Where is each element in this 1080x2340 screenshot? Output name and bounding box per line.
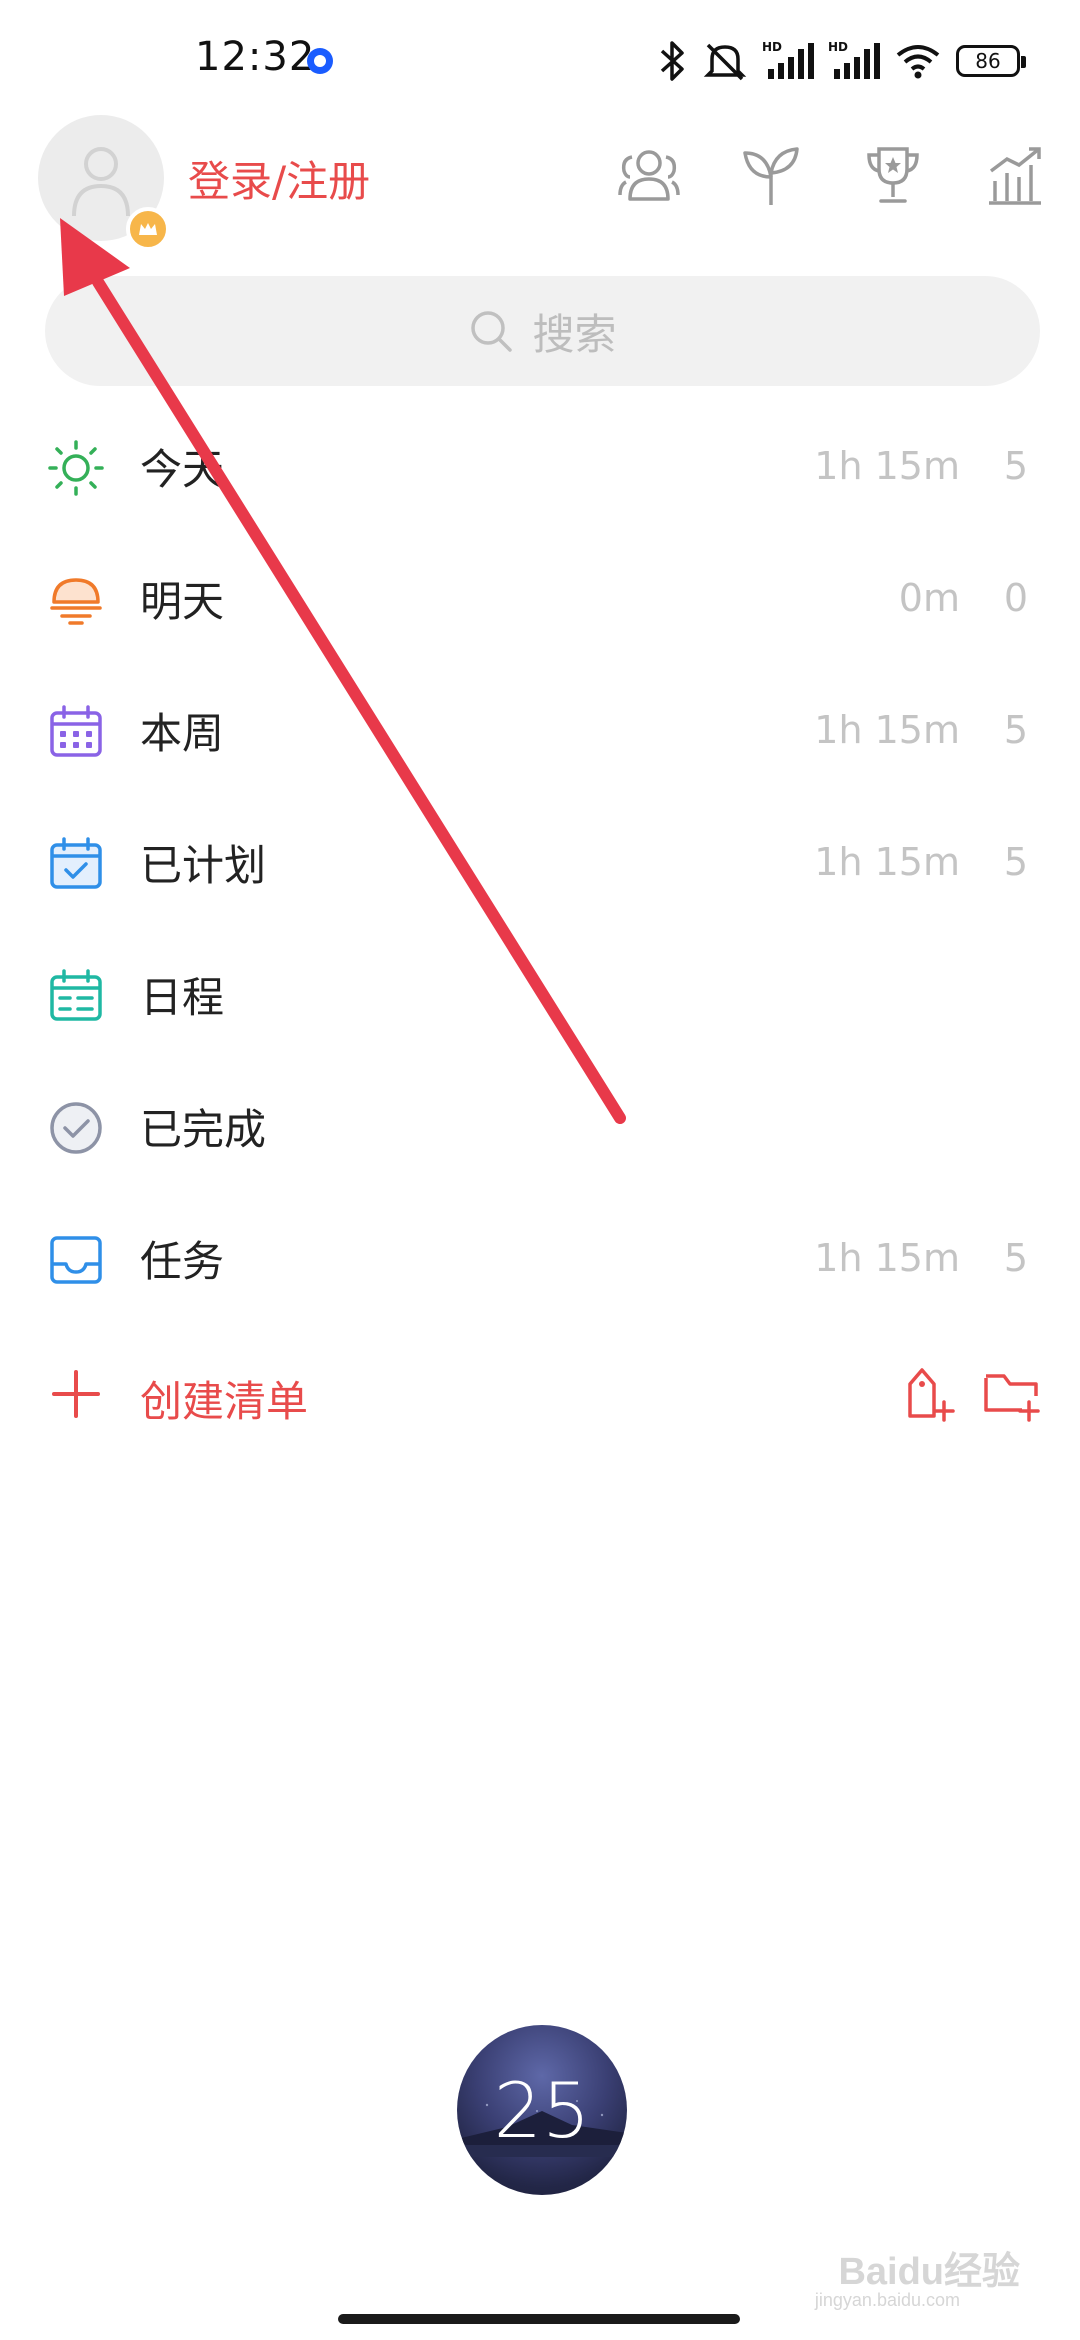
focus-timer-button[interactable]: 25 bbox=[457, 2025, 627, 2195]
hd-signal-1-icon: HD bbox=[762, 40, 814, 79]
mute-icon bbox=[703, 43, 747, 81]
calendar-week-icon bbox=[48, 704, 104, 760]
nav-label: 本周 bbox=[140, 708, 225, 758]
stats-icon[interactable] bbox=[980, 140, 1050, 210]
nav-count: 5 bbox=[1003, 840, 1028, 884]
trophy-icon[interactable] bbox=[858, 140, 928, 210]
nav-label: 已计划 bbox=[140, 840, 267, 890]
nav-count: 5 bbox=[1003, 1236, 1028, 1280]
nav-label: 已完成 bbox=[140, 1104, 267, 1154]
create-list-row: 创建清单 bbox=[0, 1328, 1080, 1460]
status-icons: HD HD 86 bbox=[658, 36, 1026, 86]
bluetooth-icon bbox=[660, 41, 684, 81]
status-bar: 12:32 HD HD 86 bbox=[0, 0, 1080, 120]
baidu-watermark-url: jingyan.baidu.com bbox=[814, 2290, 960, 2310]
search-icon bbox=[471, 311, 513, 352]
nav-duration: 0m bbox=[898, 576, 960, 620]
nav-label: 任务 bbox=[140, 1236, 225, 1286]
nav-item-this-week[interactable]: 本周 1h 15m 5 bbox=[0, 664, 1080, 796]
svg-text:HD: HD bbox=[762, 40, 782, 54]
smart-list-nav: 今天 1h 15m 5 明天 0m 0 本周 1h 15m 5 已计划 1h 1… bbox=[0, 400, 1080, 1324]
status-time: 12:32 bbox=[195, 34, 316, 80]
nav-duration: 1h 15m bbox=[814, 840, 960, 884]
search-input[interactable]: 搜索 bbox=[45, 276, 1040, 386]
notification-dot-icon bbox=[307, 48, 333, 74]
vip-crown-icon bbox=[126, 207, 170, 251]
nav-label: 明天 bbox=[140, 576, 225, 626]
search-placeholder: 搜索 bbox=[532, 309, 617, 359]
nav-duration: 1h 15m bbox=[814, 1236, 960, 1280]
baidu-watermark: Baidu经验 bbox=[838, 2251, 1020, 2293]
create-list-button[interactable]: 创建清单 bbox=[140, 1368, 308, 1429]
wifi-icon bbox=[896, 45, 940, 79]
add-folder-icon[interactable] bbox=[982, 1364, 1042, 1424]
inbox-icon bbox=[48, 1232, 104, 1288]
sprout-icon[interactable] bbox=[736, 140, 806, 210]
login-register-link[interactable]: 登录/注册 bbox=[188, 148, 370, 209]
header-icons bbox=[614, 140, 1050, 210]
hd-signal-2-icon: HD bbox=[828, 40, 880, 79]
timer-value: 25 bbox=[493, 2065, 591, 2155]
avatar[interactable] bbox=[38, 115, 170, 251]
nav-count: 5 bbox=[1003, 708, 1028, 752]
calendar-check-icon bbox=[48, 836, 104, 892]
nav-duration: 1h 15m bbox=[814, 708, 960, 752]
nav-item-tomorrow[interactable]: 明天 0m 0 bbox=[0, 532, 1080, 664]
home-indicator[interactable] bbox=[338, 2314, 740, 2324]
nav-label: 今天 bbox=[140, 444, 225, 494]
check-circle-icon bbox=[48, 1100, 104, 1156]
nav-item-schedule[interactable]: 日程 bbox=[0, 928, 1080, 1060]
nav-item-tasks[interactable]: 任务 1h 15m 5 bbox=[0, 1192, 1080, 1324]
sun-icon bbox=[48, 440, 104, 496]
svg-text:HD: HD bbox=[828, 40, 848, 54]
sunset-icon bbox=[48, 572, 104, 628]
nav-duration: 1h 15m bbox=[814, 444, 960, 488]
nav-count: 0 bbox=[1003, 576, 1028, 620]
nav-label: 日程 bbox=[140, 972, 225, 1022]
battery-icon: 86 bbox=[956, 45, 1026, 77]
add-tag-icon[interactable] bbox=[898, 1364, 958, 1424]
nav-item-today[interactable]: 今天 1h 15m 5 bbox=[0, 400, 1080, 532]
group-icon[interactable] bbox=[614, 140, 684, 210]
nav-item-completed[interactable]: 已完成 bbox=[0, 1060, 1080, 1192]
plus-icon[interactable] bbox=[48, 1366, 104, 1422]
calendar-schedule-icon bbox=[48, 968, 104, 1024]
nav-item-planned[interactable]: 已计划 1h 15m 5 bbox=[0, 796, 1080, 928]
battery-level: 86 bbox=[975, 49, 1001, 73]
nav-count: 5 bbox=[1003, 444, 1028, 488]
user-icon bbox=[72, 147, 130, 217]
